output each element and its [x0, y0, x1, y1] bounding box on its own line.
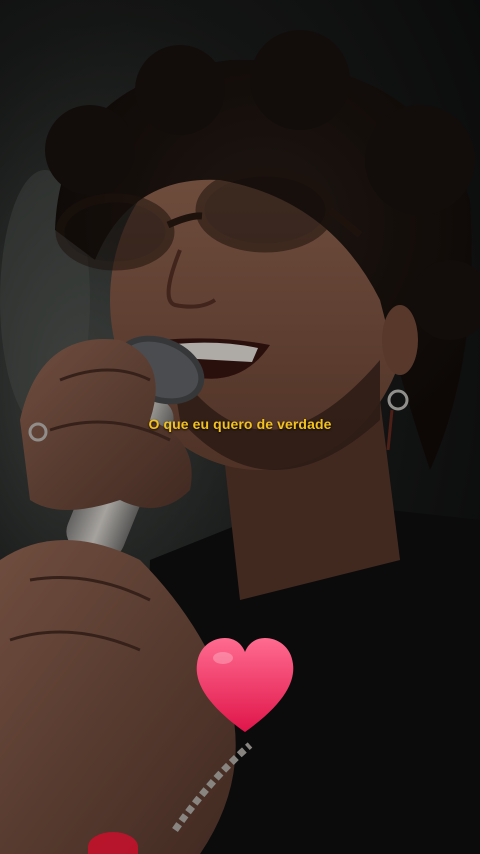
video-frame[interactable]: O que eu quero de verdade [0, 0, 480, 854]
lyric-caption: O que eu quero de verdade [148, 416, 332, 432]
heart-icon[interactable] [193, 636, 297, 736]
red-accent-shape [88, 832, 138, 854]
